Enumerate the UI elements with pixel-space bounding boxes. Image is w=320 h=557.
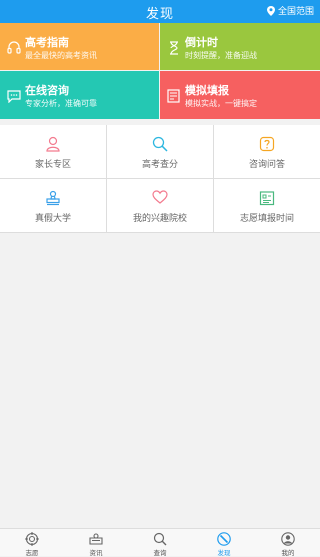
- hourglass-icon: [170, 41, 178, 55]
- top-bar: 发现 全国范围: [0, 0, 320, 23]
- grid-item-score-query[interactable]: 高考查分: [107, 125, 213, 178]
- grid-item-label: 高考查分: [141, 160, 178, 170]
- tab-volunteer[interactable]: 志愿: [0, 529, 64, 557]
- region-selector[interactable]: 全国范围: [266, 4, 314, 17]
- tab-news[interactable]: 资讯: [64, 529, 128, 557]
- grid-item-label: 我的兴趣院校: [132, 214, 187, 224]
- tile-subtitle: 专家分析，准确可靠: [25, 99, 97, 108]
- tile-subtitle: 最全最快的高考资讯: [25, 51, 97, 60]
- search-icon: [153, 532, 167, 546]
- feature-grid: 家长专区 高考查分 咨询问答 真假大学 我的兴趣院校 志愿填报时间: [0, 125, 320, 233]
- tile-title: 倒计时: [185, 36, 218, 49]
- tile-title: 模拟填报: [185, 84, 229, 97]
- location-pin-icon: [266, 5, 275, 16]
- tile-title: 高考指南: [25, 36, 69, 49]
- target-icon: [25, 532, 39, 546]
- grid-item-label: 家长专区: [34, 160, 71, 170]
- chat-bubble-icon: [7, 90, 21, 103]
- grid-item-application-time[interactable]: 志愿填报时间: [214, 179, 320, 232]
- heart-icon: [152, 190, 168, 204]
- region-label: 全国范围: [277, 7, 314, 17]
- calendar-icon: [259, 191, 275, 206]
- grid-item-label: 志愿填报时间: [239, 214, 294, 224]
- tile-simulate-apply[interactable]: 模拟填报 模拟实战，一键搞定: [160, 71, 320, 119]
- tile-title: 在线咨询: [25, 84, 69, 97]
- tile-subtitle: 模拟实战，一键搞定: [185, 99, 257, 108]
- grid-item-label: 咨询问答: [248, 160, 285, 170]
- tab-mine[interactable]: 我的: [256, 529, 320, 557]
- tile-gaokao-guide[interactable]: 高考指南 最全最快的高考资讯: [0, 23, 159, 70]
- compass-icon: [217, 532, 231, 546]
- grid-item-favorite-schools[interactable]: 我的兴趣院校: [107, 179, 213, 232]
- grid-item-label: 真假大学: [34, 214, 71, 224]
- feature-tiles: 高考指南 最全最快的高考资讯 倒计时 时刻提醒，准备迎战 在线咨询 专家分析，准…: [0, 23, 320, 119]
- question-icon: [259, 136, 275, 152]
- tab-discover[interactable]: 发现: [192, 529, 256, 557]
- headphones-icon: [7, 41, 21, 54]
- search-icon: [152, 136, 168, 152]
- bottom-tab-bar: 志愿 资讯 查询 发现 我的: [0, 528, 320, 557]
- grid-item-real-fake-university[interactable]: 真假大学: [0, 179, 106, 232]
- tile-countdown[interactable]: 倒计时 时刻提醒，准备迎战: [160, 23, 320, 70]
- person-icon: [46, 136, 60, 152]
- stamp-icon: [46, 190, 60, 206]
- grid-item-qa[interactable]: 咨询问答: [214, 125, 320, 178]
- edit-form-icon: [167, 89, 180, 103]
- grid-item-parents[interactable]: 家长专区: [0, 125, 106, 178]
- tile-subtitle: 时刻提醒，准备迎战: [185, 51, 257, 60]
- tile-online-consult[interactable]: 在线咨询 专家分析，准确可靠: [0, 71, 159, 119]
- tab-query[interactable]: 查询: [128, 529, 192, 557]
- news-icon: [89, 533, 103, 545]
- user-icon: [281, 532, 295, 546]
